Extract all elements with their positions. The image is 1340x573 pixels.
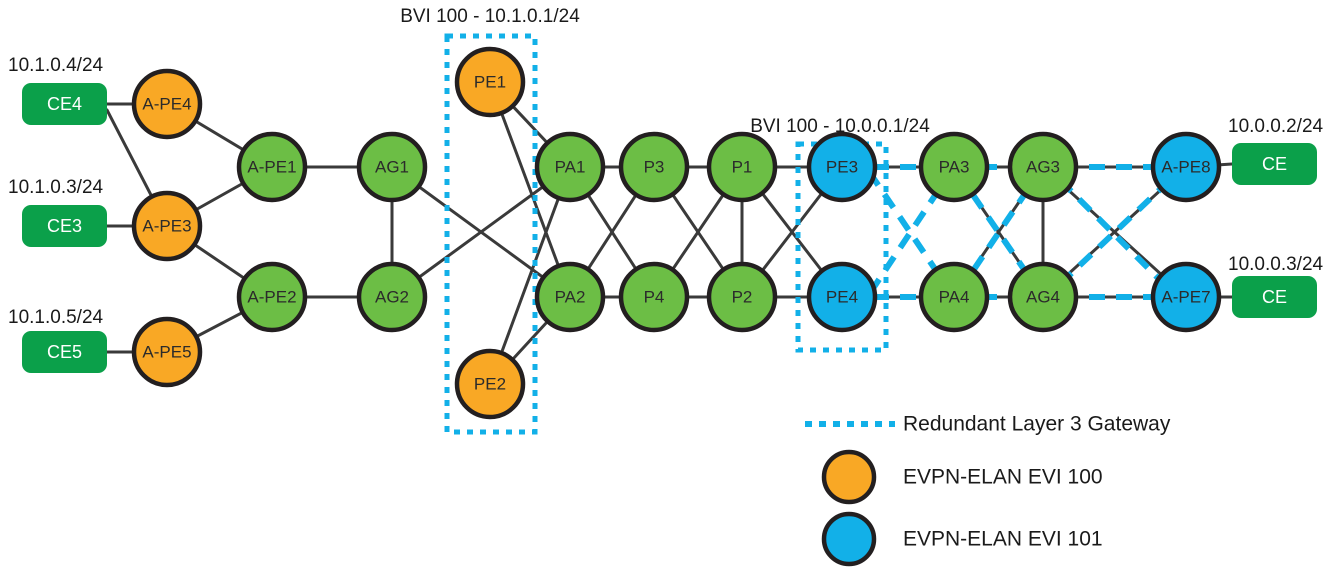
node-label: A-PE8 (1161, 157, 1210, 176)
diagram-svg: CE4CE3CE5CECE A-PE4A-PE3A-PE5A-PE1A-PE2A… (8, 6, 1324, 567)
node-label: A-PE1 (247, 157, 296, 176)
node-pe2[interactable]: PE2 (454, 348, 526, 420)
node-a-pe7[interactable]: A-PE7 (1150, 261, 1222, 333)
node-label: A-PE7 (1161, 287, 1210, 306)
legend-circle-marker (821, 511, 877, 567)
node-pa3[interactable]: PA3 (918, 131, 990, 203)
node-label: PE3 (826, 157, 858, 176)
network-label-net-10-1-0-4: 10.1.0.4/24 (8, 55, 104, 76)
node-label: P2 (732, 287, 753, 306)
node-a-pe2[interactable]: A-PE2 (236, 261, 308, 333)
node-label: AG2 (375, 287, 409, 306)
node-p3[interactable]: P3 (618, 131, 690, 203)
legend-item-legend-evi-100: EVPN-ELAN EVI 100 (821, 449, 1103, 505)
legend-layer: Redundant Layer 3 Gateway EVPN-ELAN EVI 1… (805, 413, 1171, 567)
node-label: AG1 (375, 157, 409, 176)
node-label: PA2 (555, 287, 586, 306)
ce-box-ce4[interactable]: CE4 (22, 83, 107, 125)
node-ag4[interactable]: AG4 (1007, 261, 1079, 333)
node-pa4[interactable]: PA4 (918, 261, 990, 333)
network-label-net-10-0-0-2: 10.0.0.2/24 (1228, 116, 1324, 137)
node-label: P4 (644, 287, 665, 306)
legend-item-label: EVPN-ELAN EVI 101 (903, 528, 1103, 551)
node-label: AG3 (1026, 157, 1060, 176)
nodes-layer: A-PE4 A-PE3 A-PE5 A-PE1 A-PE2 AG1 AG2 PE1 PE2 PA1… (131, 46, 1222, 420)
ce-box-label: CE5 (47, 342, 82, 362)
node-label: PE1 (474, 72, 506, 91)
ce-box-label: CE4 (47, 94, 82, 114)
node-label: PA1 (555, 157, 586, 176)
ce-box-ce3[interactable]: CE3 (22, 205, 107, 247)
node-label: A-PE5 (142, 342, 191, 361)
node-label: A-PE2 (247, 287, 296, 306)
node-pa1[interactable]: PA1 (534, 131, 606, 203)
ce-box-ce5[interactable]: CE5 (22, 331, 107, 373)
network-label-net-10-0-0-3: 10.0.0.3/24 (1228, 254, 1324, 275)
node-a-pe5[interactable]: A-PE5 (131, 316, 203, 388)
ce-box-label: CE3 (47, 216, 82, 236)
bvi-label-bvi-right: BVI 100 - 10.0.0.1/24 (750, 116, 930, 137)
node-pe4[interactable]: PE4 (806, 261, 878, 333)
network-diagram-canvas: CE4 CE3 CE5 CE CE A-PE4 A-PE3 A-PE5 A-PE1 A-PE2 A… (0, 0, 1340, 573)
node-label: P1 (732, 157, 753, 176)
node-label: PA3 (939, 157, 970, 176)
node-p2[interactable]: P2 (706, 261, 778, 333)
bvi-label-bvi-left: BVI 100 - 10.1.0.1/24 (400, 6, 580, 27)
network-label-net-10-1-0-5: 10.1.0.5/24 (8, 307, 104, 328)
ce-box-ce-right-bottom[interactable]: CE (1232, 276, 1317, 318)
legend-item-label: EVPN-ELAN EVI 100 (903, 466, 1103, 489)
links-layer (105, 80, 1234, 386)
node-label: PA4 (939, 287, 970, 306)
node-ag2[interactable]: AG2 (356, 261, 428, 333)
ce-box-ce-right-top[interactable]: CE (1232, 143, 1317, 185)
node-pe1[interactable]: PE1 (454, 46, 526, 118)
node-label: PE2 (474, 374, 506, 393)
node-pa2[interactable]: PA2 (534, 261, 606, 333)
ce-box-label: CE (1262, 287, 1287, 307)
node-label: P3 (644, 157, 665, 176)
node-p1[interactable]: P1 (706, 131, 778, 203)
network-label-net-10-1-0-3: 10.1.0.3/24 (8, 177, 104, 198)
legend-item-label: Redundant Layer 3 Gateway (903, 413, 1171, 436)
node-label: A-PE3 (142, 216, 191, 235)
node-a-pe8[interactable]: A-PE8 (1150, 131, 1222, 203)
node-a-pe4[interactable]: A-PE4 (131, 68, 203, 140)
node-ag3[interactable]: AG3 (1007, 131, 1079, 203)
node-a-pe1[interactable]: A-PE1 (236, 131, 308, 203)
node-pe3[interactable]: PE3 (806, 131, 878, 203)
node-label: PE4 (826, 287, 858, 306)
legend-circle-marker (821, 449, 877, 505)
node-p4[interactable]: P4 (618, 261, 690, 333)
legend-item-legend-gateway: Redundant Layer 3 Gateway (805, 413, 1171, 436)
node-a-pe3[interactable]: A-PE3 (131, 190, 203, 262)
legend-item-legend-evi-101: EVPN-ELAN EVI 101 (821, 511, 1103, 567)
node-label: AG4 (1026, 287, 1060, 306)
ce-box-label: CE (1262, 154, 1287, 174)
node-ag1[interactable]: AG1 (356, 131, 428, 203)
node-label: A-PE4 (142, 94, 191, 113)
